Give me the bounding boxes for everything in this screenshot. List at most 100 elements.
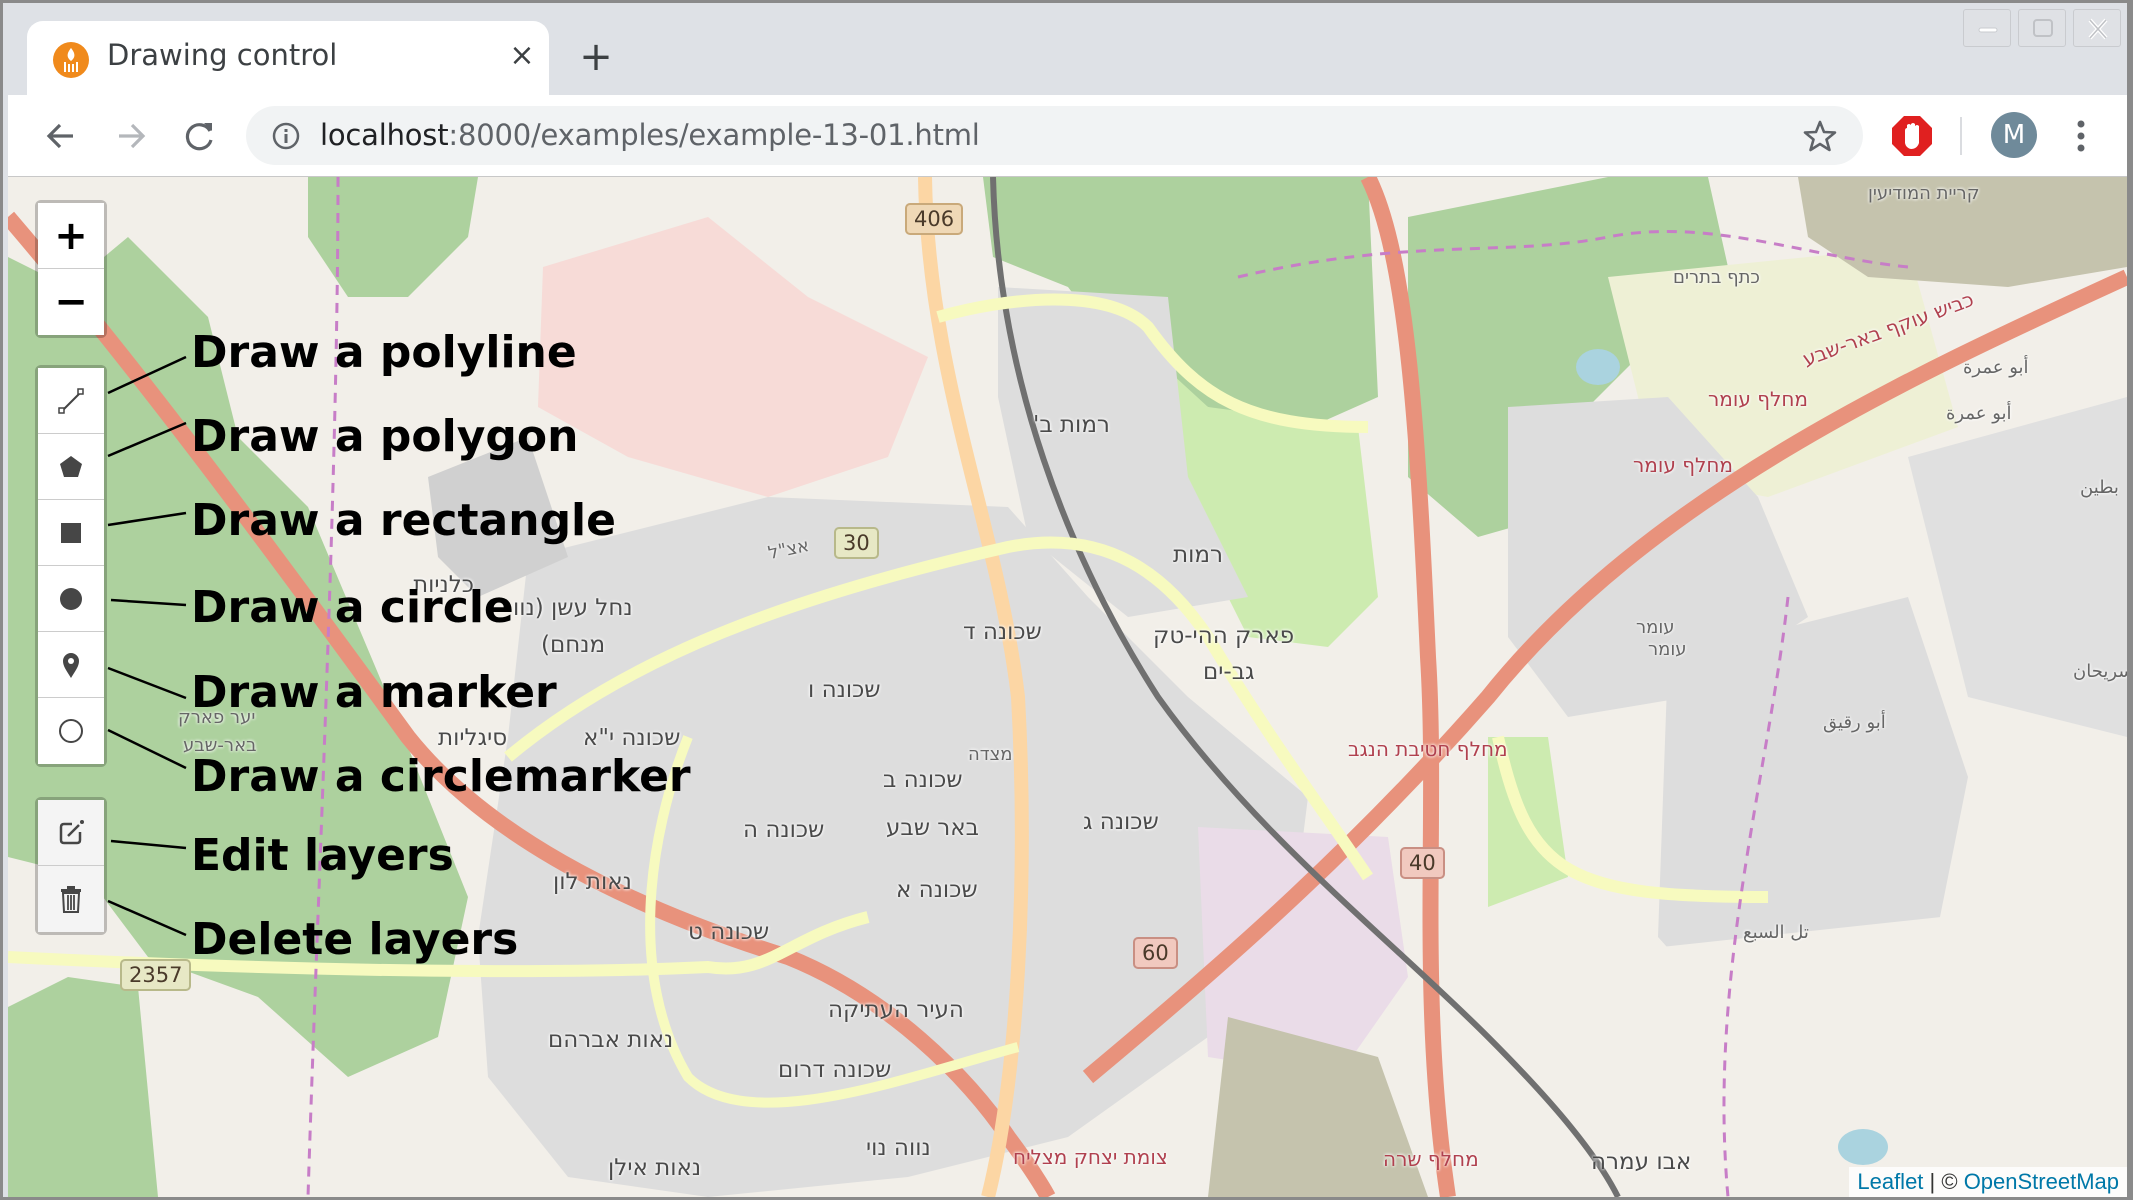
map-label: קריית המודיעין <box>1868 183 1980 204</box>
forward-button[interactable] <box>106 111 156 161</box>
new-tab-button[interactable]: + <box>576 37 616 77</box>
callout-draw-rectangle: Draw a rectangle <box>191 495 616 546</box>
map-label: שכונה ב <box>883 767 963 793</box>
map-label: סיגליות <box>438 725 508 751</box>
draw-toolbar <box>35 365 107 767</box>
map-attribution: Leaflet | © OpenStreetMap <box>1849 1167 2127 1197</box>
delete-layers-button[interactable] <box>38 866 104 932</box>
map-label: أبو عمرة <box>1946 403 2012 424</box>
openstreetmap-link[interactable]: OpenStreetMap <box>1964 1169 2119 1194</box>
map-label: נאות אברהם <box>548 1027 674 1053</box>
draw-rectangle-button[interactable] <box>38 500 104 566</box>
map-label: מנחם) <box>541 632 606 658</box>
trash-icon <box>61 886 81 913</box>
leaflet-map[interactable]: 406 30 60 40 2357 רמות ב' רמות שכונה ד פ… <box>8 177 2127 1197</box>
map-label: שכונה ג <box>1083 809 1159 835</box>
back-button[interactable] <box>36 111 86 161</box>
callout-draw-polyline: Draw a polyline <box>191 327 577 378</box>
callout-edit-layers: Edit layers <box>191 830 454 881</box>
minimize-button[interactable] <box>1963 9 2011 47</box>
browser-toolbar: localhost:8000/examples/example-13-01.ht… <box>8 95 2127 177</box>
map-label: أبو عمرة <box>1963 357 2029 378</box>
map-label: עומר <box>1636 617 1675 638</box>
profile-avatar[interactable]: M <box>1991 112 2037 158</box>
reload-button[interactable] <box>175 111 225 161</box>
tab-drawing-control[interactable]: Drawing control × <box>27 21 549 96</box>
url-path: :8000/examples/example-13-01.html <box>448 118 980 152</box>
road-shield: 406 <box>905 203 964 235</box>
attribution-separator: | © <box>1923 1169 1964 1194</box>
draw-circle-button[interactable] <box>38 566 104 632</box>
map-label: עומר <box>1648 639 1687 660</box>
back-arrow-icon <box>46 123 73 149</box>
callout-draw-polygon: Draw a polygon <box>191 411 579 462</box>
toolbar-separator <box>1960 117 1962 155</box>
tab-bar: Drawing control × + <box>3 3 2127 96</box>
map-label: שכונה א <box>896 877 978 903</box>
info-icon[interactable] <box>271 121 301 151</box>
water-body <box>1838 1129 1888 1165</box>
address-bar[interactable]: localhost:8000/examples/example-13-01.ht… <box>246 106 1863 165</box>
circle-icon <box>60 587 82 610</box>
url-host: localhost <box>320 118 449 152</box>
draw-circlemarker-button[interactable] <box>38 698 104 764</box>
map-label: سريحان <box>2073 661 2127 682</box>
flame-logo-icon <box>53 42 89 78</box>
map-label: שכונה ה <box>743 817 825 843</box>
map-label: שכונה ו <box>808 677 881 703</box>
marker-icon <box>63 652 79 678</box>
maximize-icon <box>2033 19 2053 37</box>
map-label: מצדה <box>968 744 1013 765</box>
callout-draw-circlemarker: Draw a circlemarker <box>191 751 691 802</box>
circlemarker-icon <box>59 719 83 743</box>
zoom-control: + − <box>35 200 107 338</box>
edit-icon <box>59 819 84 844</box>
map-label: באר שבע <box>886 815 979 841</box>
urban-area <box>1908 397 2127 737</box>
kebab-menu-icon[interactable] <box>2066 115 2096 157</box>
map-label: שכונה ט <box>688 919 770 945</box>
map-label: أبو رقيق <box>1823 712 1886 733</box>
window-close-button[interactable] <box>2073 9 2121 47</box>
reload-icon <box>185 123 213 151</box>
bookmark-star-icon[interactable] <box>1802 118 1838 154</box>
map-label: מחלף עומר <box>1633 453 1734 477</box>
polyline-icon <box>58 387 84 414</box>
draw-marker-button[interactable] <box>38 632 104 698</box>
map-label: רמות <box>1173 542 1223 568</box>
map-label: تل السبع <box>1743 922 1809 943</box>
map-label: העיר העתיקה <box>828 997 964 1023</box>
forward-arrow-icon <box>119 123 146 149</box>
map-label: רמות ב' <box>1033 412 1110 438</box>
map-label: גב-ים <box>1203 659 1255 685</box>
forest-area <box>308 177 478 297</box>
draw-polygon-button[interactable] <box>38 434 104 500</box>
draw-polyline-button[interactable] <box>38 368 104 434</box>
edit-toolbar <box>35 797 107 935</box>
maximize-button[interactable] <box>2018 9 2066 47</box>
zoom-out-button[interactable]: − <box>38 269 104 335</box>
edit-layers-button[interactable] <box>38 800 104 866</box>
road-shield: 60 <box>1133 937 1178 969</box>
map-label: بطين <box>2080 477 2119 498</box>
map-label: צומת יצחק מצליח <box>1013 1145 1168 1169</box>
road-shield: 30 <box>834 527 879 559</box>
minimize-icon <box>1978 27 1998 33</box>
map-label: נחל עשן (נוו <box>513 595 633 621</box>
tab-close-icon[interactable]: × <box>505 39 539 73</box>
map-label: שכונה י"א <box>583 725 681 751</box>
road-shield: 40 <box>1400 847 1445 879</box>
map-label: שכונה דרום <box>778 1057 892 1083</box>
adblock-hand-icon[interactable] <box>1889 113 1935 159</box>
callout-draw-circle: Draw a circle <box>191 582 514 633</box>
tab-title: Drawing control <box>107 38 338 72</box>
forest-area <box>8 977 158 1197</box>
zoom-in-button[interactable]: + <box>38 203 104 269</box>
callout-delete-layers: Delete layers <box>191 914 519 965</box>
map-label: נאות לון <box>553 869 632 895</box>
url-text[interactable]: localhost:8000/examples/example-13-01.ht… <box>320 118 980 152</box>
map-label: פארק ההי-טק <box>1153 623 1295 649</box>
leaflet-link[interactable]: Leaflet <box>1857 1169 1923 1194</box>
road-shield: 2357 <box>120 959 192 991</box>
map-label: נווה נוי <box>866 1135 931 1161</box>
